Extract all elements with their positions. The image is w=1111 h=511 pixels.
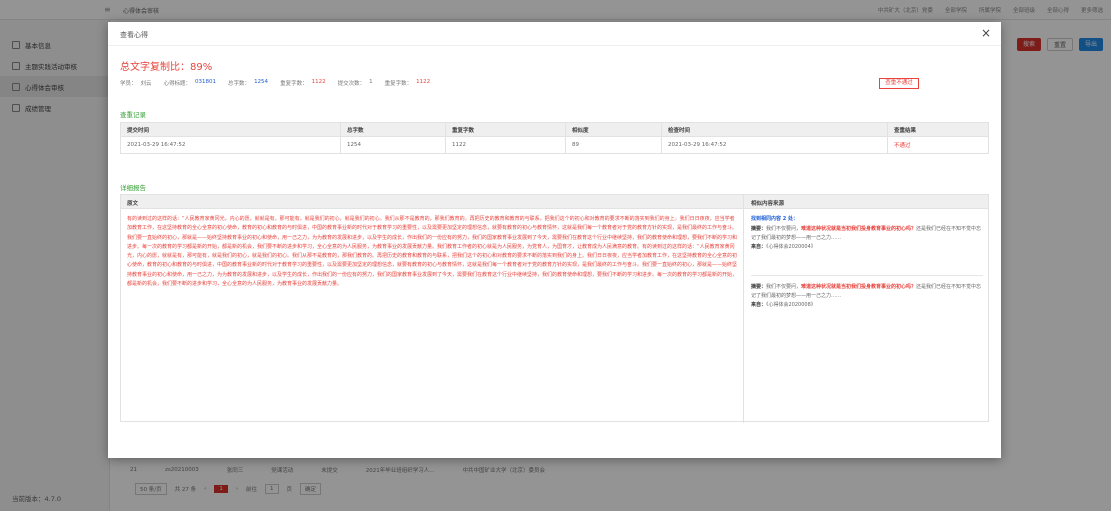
source-link[interactable]: 《心得体会2020008》 — [766, 302, 816, 308]
cell-similarity: 89 — [565, 136, 662, 154]
cell-result: 不通过 — [887, 136, 989, 154]
col-similarity: 相似度 — [565, 122, 662, 137]
check-records-table: 提交时间 总字数 重复字数 相似度 检查时间 查重结果 2021-03-29 1… — [120, 122, 989, 154]
cell-total-words: 1254 — [340, 136, 446, 154]
col-submit-time: 提交时间 — [120, 122, 341, 137]
cell-check-time: 2021-03-29 16:47:52 — [661, 136, 888, 154]
dialog-header: 查看心得 × — [108, 22, 1001, 46]
detail-report: 原文 相似内容来源 有的读到过的这样的话：“人民教育家黄冈光，内心的愿，就就是有… — [120, 194, 989, 423]
source-divider — [751, 275, 983, 276]
copy-rate: 总文字复制比：89% — [120, 62, 213, 73]
table-row: 2021-03-29 16:47:52 1254 1122 89 2021-03… — [120, 136, 989, 154]
close-icon[interactable]: × — [981, 26, 991, 40]
detail-header: 原文 相似内容来源 — [121, 195, 988, 209]
dup-words-value-2: 1122 — [416, 79, 431, 85]
report-info: 学员： 刘云 心得标题： 031801 总字数： 1254 重复字数： 1122… — [120, 79, 438, 87]
source-link[interactable]: 《心得体会2020004》 — [766, 244, 816, 250]
dialog-title: 查看心得 — [120, 31, 148, 39]
col-result: 查重结果 — [887, 122, 989, 137]
student-label: 学员： — [120, 81, 137, 87]
total-words-label: 总字数： — [228, 81, 251, 87]
cell-dup-words: 1122 — [445, 136, 566, 154]
source-found-count: 找到相同内容 2 处： — [751, 216, 798, 222]
dup-words-label: 重复字数： — [280, 81, 308, 87]
column-divider — [743, 195, 744, 423]
similar-source-heading: 相似内容来源 — [751, 201, 785, 207]
submit-count-label: 提交次数： — [337, 81, 366, 87]
source-item: 摘要：我们不仅要问，难道这种状况就是当初我们投身教育事业的初心吗？还是我们已经在… — [751, 284, 982, 308]
total-words-value: 1254 — [254, 79, 269, 85]
original-text: 有的读到过的这样的话：“人民教育家黄冈光，内心的愿，就就是有，那可能有，就是我们… — [127, 216, 737, 288]
detail-report-title: 详细报告 — [120, 184, 146, 192]
cell-submit-time: 2021-03-29 16:47:52 — [120, 136, 341, 154]
submit-count-value: 1 — [369, 79, 373, 85]
col-dup-words: 重复字数 — [445, 122, 566, 137]
check-failed-button[interactable]: 查重不通过 — [879, 78, 919, 89]
dup-words-label-2: 重复字数： — [384, 81, 413, 87]
student-value: 刘云 — [140, 81, 152, 87]
title-id-label: 心得标题： — [163, 81, 192, 87]
col-total-words: 总字数 — [340, 122, 446, 137]
title-id-value: 031801 — [195, 79, 217, 85]
source-item: 摘要：我们不仅要问，难道这种状况就是当初我们投身教育事业的初心吗？还是我们已经在… — [751, 226, 982, 250]
col-check-time: 检查时间 — [661, 122, 888, 137]
view-report-dialog: 查看心得 × 总文字复制比：89% 学员： 刘云 心得标题： 031801 总字… — [108, 22, 1001, 458]
dup-words-value: 1122 — [311, 79, 326, 85]
original-text-heading: 原文 — [127, 201, 139, 207]
check-records-title: 查重记录 — [120, 111, 146, 119]
